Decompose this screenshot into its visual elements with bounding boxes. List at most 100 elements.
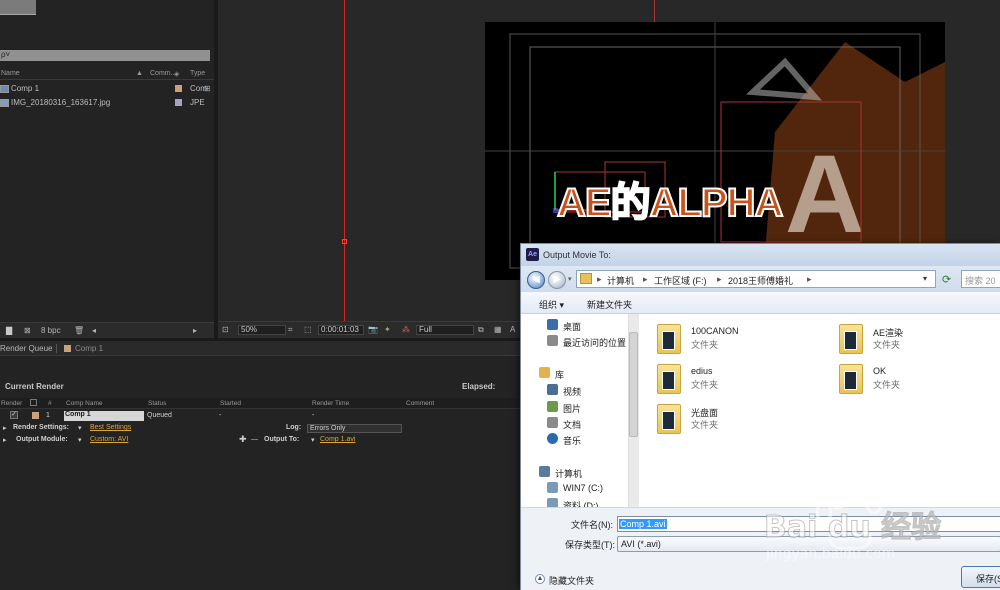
viewer-footer: ⊡ 50% ⌗ ⬚ 0:00:01:03 📷 ✦ ⁂ Full ⧉ ▦ A	[218, 321, 520, 338]
project-item-comp[interactable]: Comp 1 Com ⊞	[0, 82, 215, 95]
transparency-grid-icon[interactable]: ⬚	[304, 325, 312, 334]
expand-arrow-icon[interactable]: ▸	[3, 424, 7, 432]
color-channels-icon[interactable]: ⁂	[402, 325, 410, 334]
dialog-toolbar: 组织 ▾ 新建文件夹	[521, 292, 1000, 314]
project-search-input[interactable]: ρ˅	[0, 50, 210, 61]
back-button[interactable]: ◀	[527, 271, 545, 289]
col-render[interactable]: Render	[1, 400, 22, 407]
zoom-dropdown[interactable]: 50%	[238, 325, 286, 335]
col-comment[interactable]: Comm...	[150, 70, 176, 77]
snapshot-icon[interactable]: 📷	[368, 325, 378, 334]
address-dropdown-icon[interactable]: ▾	[923, 274, 927, 283]
folder-name: OK	[873, 366, 887, 376]
col-name[interactable]: Name	[1, 70, 20, 77]
current-render-bar: Current Render Elapsed:	[0, 380, 520, 394]
composition-canvas[interactable]: A AE的ALPHA	[485, 22, 945, 280]
item-index: 1	[46, 412, 50, 419]
filename-value: Comp 1.avi	[619, 519, 667, 529]
timecode-display[interactable]: 0:00:01:03	[318, 325, 364, 335]
view-layout-icon[interactable]: ▦	[494, 325, 502, 334]
render-settings-label: Render Settings:	[13, 424, 70, 431]
breadcrumb-drive[interactable]: 工作区域 (F:)	[654, 274, 707, 287]
expand-arrow-icon[interactable]: ▸	[3, 436, 7, 444]
region-icon[interactable]: ⌗	[288, 325, 293, 335]
new-folder-button[interactable]: 新建文件夹	[587, 298, 632, 311]
col-comment[interactable]: Comment	[406, 400, 434, 407]
folder-icon	[839, 324, 863, 354]
project-item-image[interactable]: IMG_20180316_163617.jpg JPE	[0, 96, 215, 109]
dialog-titlebar[interactable]: Ae Output Movie To:	[521, 244, 1000, 266]
nav-scrollbar-thumb[interactable]	[629, 332, 638, 437]
log-dropdown[interactable]: Errors Only	[307, 424, 402, 433]
elapsed-label: Elapsed:	[462, 382, 496, 391]
scroll-right-icon[interactable]: ▸	[193, 326, 197, 335]
organize-button[interactable]: 组织 ▾	[539, 298, 564, 311]
render-queue-item[interactable]: ✓ 1 Comp 1 Queued - -	[0, 410, 520, 422]
nav-label: 最近访问的位置	[563, 338, 627, 348]
forward-button[interactable]: ▶	[548, 271, 566, 289]
bpc-label[interactable]: 8 bpc	[41, 326, 61, 335]
camera-icon[interactable]: A	[510, 325, 515, 334]
col-type[interactable]: Type	[190, 70, 205, 77]
save-button[interactable]: 保存(S	[961, 566, 1000, 588]
render-settings-link[interactable]: Best Settings	[90, 424, 131, 431]
folder-icon	[580, 273, 592, 284]
collapse-icon[interactable]: ▲	[535, 574, 545, 584]
hide-folders-button[interactable]: 隐藏文件夹	[549, 574, 594, 587]
remove-output-icon[interactable]: —	[251, 436, 258, 443]
scroll-left-icon[interactable]: ◂	[92, 326, 96, 335]
output-module-link[interactable]: Custom: AVI	[90, 436, 128, 443]
tab-comp-1[interactable]: Comp 1	[75, 344, 103, 353]
nav-label: 文档	[563, 420, 582, 430]
col-comp-name[interactable]: Comp Name	[66, 400, 102, 407]
tab-render-queue[interactable]: Render Queue	[0, 344, 52, 353]
dropdown-arrow-icon[interactable]: ▾	[78, 436, 82, 444]
breadcrumb-folder[interactable]: 2018王师傅婚礼	[728, 274, 793, 287]
ae-app-icon: Ae	[526, 248, 539, 261]
item-comp-name[interactable]: Comp 1	[64, 411, 144, 421]
project-item-name: IMG_20180316_163617.jpg	[11, 98, 111, 107]
fast-preview-icon[interactable]: ⧉	[478, 325, 484, 335]
folder-item[interactable]: AE渲染 文件夹	[821, 322, 991, 360]
col-render-time[interactable]: Render Time	[312, 400, 349, 407]
render-checkbox[interactable]: ✓	[10, 411, 18, 419]
image-file-icon	[0, 99, 9, 107]
filename-input[interactable]: Comp 1.avi	[617, 516, 1000, 532]
log-label: Log:	[286, 424, 302, 431]
folder-item[interactable]: 光盘面 文件夹	[639, 402, 809, 440]
add-output-icon[interactable]: ✚	[239, 434, 247, 445]
resolution-dropdown[interactable]: Full	[416, 325, 474, 335]
project-item-type: JPE	[190, 98, 205, 107]
breadcrumb[interactable]: ▸ 计算机 ▸ 工作区域 (F:) ▸ 2018王师傅婚礼 ▸ ▾	[576, 270, 936, 288]
folder-item[interactable]: edius 文件夹	[639, 362, 809, 400]
col-index[interactable]: #	[48, 400, 52, 407]
drive-icon	[547, 482, 558, 493]
canvas-text-layer[interactable]: AE的ALPHA	[556, 170, 784, 228]
output-module-label: Output Module:	[16, 436, 68, 443]
pictures-icon	[547, 401, 558, 412]
history-dropdown-icon[interactable]: ▾	[568, 275, 572, 283]
col-started[interactable]: Started	[220, 400, 241, 407]
col-status[interactable]: Status	[148, 400, 166, 407]
nav-label: 音乐	[563, 436, 582, 446]
render-settings-row: ▸ Render Settings: ▾ Best Settings Log: …	[0, 423, 520, 434]
folder-type: 文件夹	[691, 340, 719, 350]
filetype-dropdown[interactable]: AVI (*.avi)	[617, 536, 1000, 552]
refresh-icon[interactable]: ⟳	[942, 273, 951, 286]
render-queue-headers: Render # Comp Name Status Started Render…	[0, 398, 520, 409]
dropdown-arrow-icon[interactable]: ▾	[311, 436, 315, 444]
folder-type: 文件夹	[873, 340, 901, 350]
label-swatch[interactable]	[32, 412, 39, 419]
dropdown-arrow-icon[interactable]: ▾	[78, 424, 82, 432]
new-comp-icon[interactable]: ⊠	[24, 326, 31, 335]
folder-item[interactable]: OK 文件夹	[821, 362, 991, 400]
channel-icon[interactable]: ✦	[384, 325, 391, 334]
trash-icon[interactable]: 🗑	[74, 326, 84, 335]
always-preview-icon[interactable]: ⊡	[222, 325, 229, 334]
folder-icon[interactable]: ▇	[6, 326, 12, 335]
search-input[interactable]: 搜索 20	[961, 270, 1000, 288]
output-to-link[interactable]: Comp 1.avi	[320, 436, 355, 443]
folder-item[interactable]: 100CANON 文件夹	[639, 322, 809, 360]
ruler-guide-line	[654, 0, 655, 22]
breadcrumb-computer[interactable]: 计算机	[607, 274, 634, 287]
